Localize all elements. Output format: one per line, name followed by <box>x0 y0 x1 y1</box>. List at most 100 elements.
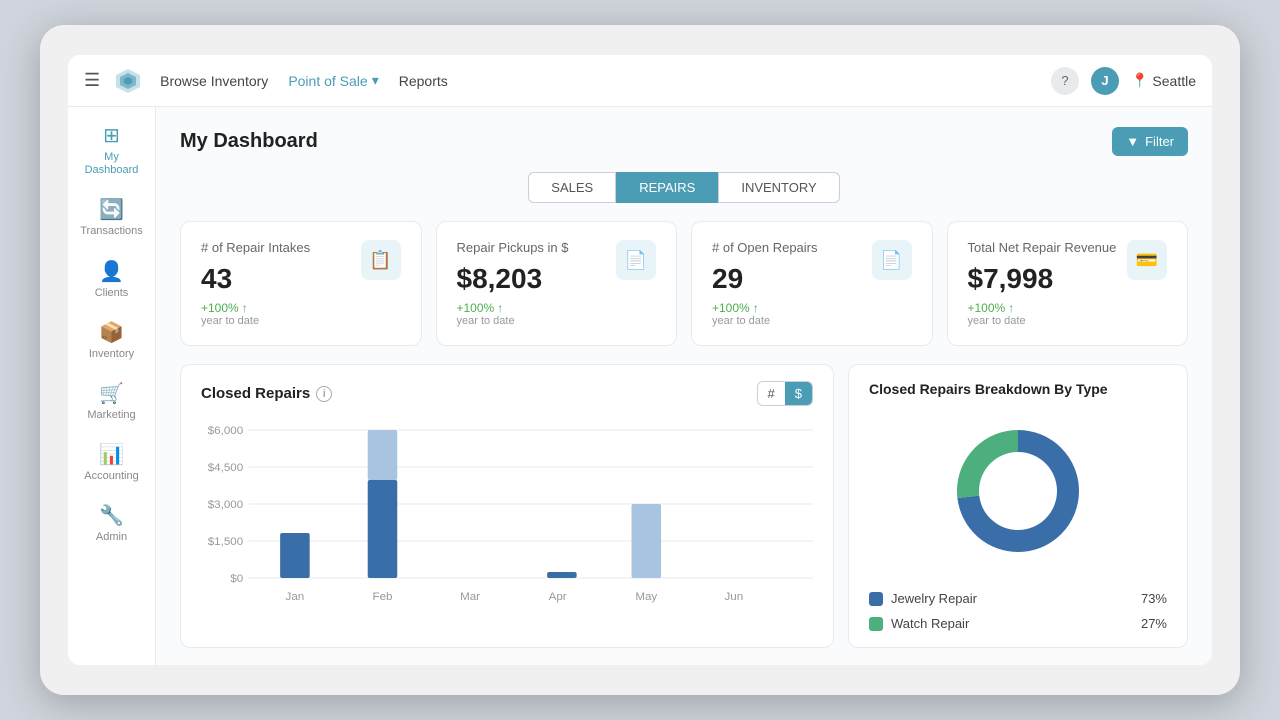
app-logo <box>112 65 144 97</box>
stat-period-repair-intakes: year to date <box>201 315 310 327</box>
arrow-up-icon: ↑ <box>242 301 248 315</box>
chart-toggle-hash[interactable]: # <box>758 382 785 405</box>
arrow-up-icon: ↑ <box>753 301 759 315</box>
stat-period-net-revenue: year to date <box>968 315 1117 327</box>
sidebar-item-accounting[interactable]: 📊 Accounting <box>74 434 150 491</box>
sidebar-label-inventory: Inventory <box>89 348 134 361</box>
admin-icon: 🔧 <box>99 503 124 528</box>
svg-text:$3,000: $3,000 <box>208 499 243 511</box>
sidebar-item-clients[interactable]: 👤 Clients <box>74 251 150 308</box>
transactions-icon: 🔄 <box>99 197 124 222</box>
svg-text:Feb: Feb <box>372 591 392 603</box>
legend-label-jewelry: Jewelry Repair <box>891 591 977 606</box>
stat-period-repair-pickups: year to date <box>457 315 569 327</box>
stat-value-repair-intakes: 43 <box>201 263 310 295</box>
jewelry-color-swatch <box>869 592 883 606</box>
arrow-up-icon: ↑ <box>497 301 503 315</box>
user-avatar[interactable]: J <box>1091 67 1119 95</box>
svg-text:$0: $0 <box>230 573 243 585</box>
stat-card-repair-pickups: Repair Pickups in $ $8,203 +100% ↑ year … <box>436 221 678 346</box>
svg-text:Jun: Jun <box>725 591 744 603</box>
stat-label-net-revenue: Total Net Repair Revenue <box>968 240 1117 255</box>
chart-header: Closed Repairs i # $ <box>201 381 813 406</box>
inventory-icon: 📦 <box>99 320 124 345</box>
sidebar-item-marketing[interactable]: 🛒 Marketing <box>74 373 150 430</box>
app-container: ☰ Browse Inventory Point of Sale ▾ Repor… <box>68 55 1212 665</box>
donut-chart-title: Closed Repairs Breakdown By Type <box>869 381 1167 397</box>
top-nav: ☰ Browse Inventory Point of Sale ▾ Repor… <box>68 55 1212 107</box>
sidebar-item-inventory[interactable]: 📦 Inventory <box>74 312 150 369</box>
stat-icon-open-repairs: 📄 <box>872 240 912 280</box>
nav-point-of-sale[interactable]: Point of Sale ▾ <box>288 72 378 89</box>
accounting-icon: 📊 <box>99 442 124 467</box>
stat-label-repair-intakes: # of Repair Intakes <box>201 240 310 255</box>
svg-text:$1,500: $1,500 <box>208 536 243 548</box>
svg-text:Mar: Mar <box>460 591 480 603</box>
stat-change-repair-intakes: +100% ↑ <box>201 301 310 315</box>
stat-period-open-repairs: year to date <box>712 315 818 327</box>
sidebar-item-transactions[interactable]: 🔄 Transactions <box>74 189 150 246</box>
sidebar-item-admin[interactable]: 🔧 Admin <box>74 495 150 552</box>
help-button[interactable]: ? <box>1051 67 1079 95</box>
stat-change-open-repairs: +100% ↑ <box>712 301 818 315</box>
svg-text:$6,000: $6,000 <box>208 425 243 437</box>
location-pin-icon: 📍 <box>1131 72 1148 89</box>
location-selector[interactable]: 📍 Seattle <box>1131 72 1196 89</box>
svg-text:Apr: Apr <box>549 591 567 603</box>
dashboard-icon: ⊞ <box>103 123 120 148</box>
stat-icon-net-revenue: 💳 <box>1127 240 1167 280</box>
legend-pct-jewelry: 73% <box>1141 591 1167 606</box>
arrow-up-icon: ↑ <box>1008 301 1014 315</box>
svg-text:Jan: Jan <box>286 591 305 603</box>
sidebar-item-dashboard[interactable]: ⊞ My Dashboard <box>74 115 150 185</box>
tab-inventory[interactable]: INVENTORY <box>718 172 839 203</box>
main-body: ⊞ My Dashboard 🔄 Transactions 👤 Clients … <box>68 107 1212 665</box>
tab-bar: SALES REPAIRS INVENTORY <box>180 172 1188 203</box>
nav-reports[interactable]: Reports <box>399 73 448 89</box>
nav-right: ? J 📍 Seattle <box>1051 67 1196 95</box>
sidebar-label-marketing: Marketing <box>87 409 135 422</box>
watch-color-swatch <box>869 617 883 631</box>
marketing-icon: 🛒 <box>99 381 124 406</box>
donut-chart-card: Closed Repairs Breakdown By Type <box>848 364 1188 648</box>
svg-text:May: May <box>635 591 657 603</box>
stat-card-repair-intakes: # of Repair Intakes 43 +100% ↑ year to d… <box>180 221 422 346</box>
svg-text:$4,500: $4,500 <box>208 462 243 474</box>
device-frame: ☰ Browse Inventory Point of Sale ▾ Repor… <box>40 25 1240 695</box>
sidebar-label-clients: Clients <box>95 287 129 300</box>
page-title: My Dashboard <box>180 130 318 153</box>
nav-browse-inventory[interactable]: Browse Inventory <box>160 73 268 89</box>
bar-chart-svg: $6,000 $4,500 $3,000 $1,500 $0 <box>201 420 813 620</box>
stat-icon-repair-pickups: 📄 <box>616 240 656 280</box>
stat-change-repair-pickups: +100% ↑ <box>457 301 569 315</box>
sidebar-label-accounting: Accounting <box>84 470 138 483</box>
legend-item-watch: Watch Repair 27% <box>869 616 1167 631</box>
donut-svg <box>938 411 1098 571</box>
filter-icon: ▼ <box>1126 134 1139 149</box>
stat-card-open-repairs: # of Open Repairs 29 +100% ↑ year to dat… <box>691 221 933 346</box>
chart-toggle-dollar[interactable]: $ <box>785 382 812 405</box>
chevron-down-icon: ▾ <box>372 72 379 89</box>
stat-cards: # of Repair Intakes 43 +100% ↑ year to d… <box>180 221 1188 346</box>
stat-value-open-repairs: 29 <box>712 263 818 295</box>
chart-legend: Jewelry Repair 73% Watch Repair 27% <box>869 591 1167 631</box>
sidebar-label-dashboard: My Dashboard <box>78 151 146 177</box>
stat-value-net-revenue: $7,998 <box>968 263 1117 295</box>
page-header: My Dashboard ▼ Filter <box>180 127 1188 156</box>
chart-toggle: # $ <box>757 381 813 406</box>
legend-item-jewelry: Jewelry Repair 73% <box>869 591 1167 606</box>
donut-chart <box>869 411 1167 571</box>
legend-label-watch: Watch Repair <box>891 616 969 631</box>
hamburger-icon[interactable]: ☰ <box>84 70 100 91</box>
legend-pct-watch: 27% <box>1141 616 1167 631</box>
clients-icon: 👤 <box>99 259 124 284</box>
stat-label-open-repairs: # of Open Repairs <box>712 240 818 255</box>
sidebar: ⊞ My Dashboard 🔄 Transactions 👤 Clients … <box>68 107 156 665</box>
tab-repairs[interactable]: REPAIRS <box>616 172 718 203</box>
stat-label-repair-pickups: Repair Pickups in $ <box>457 240 569 255</box>
stat-change-net-revenue: +100% ↑ <box>968 301 1117 315</box>
info-icon[interactable]: i <box>316 386 332 402</box>
tab-sales[interactable]: SALES <box>528 172 616 203</box>
filter-button[interactable]: ▼ Filter <box>1112 127 1188 156</box>
chart-title: Closed Repairs i <box>201 385 332 402</box>
